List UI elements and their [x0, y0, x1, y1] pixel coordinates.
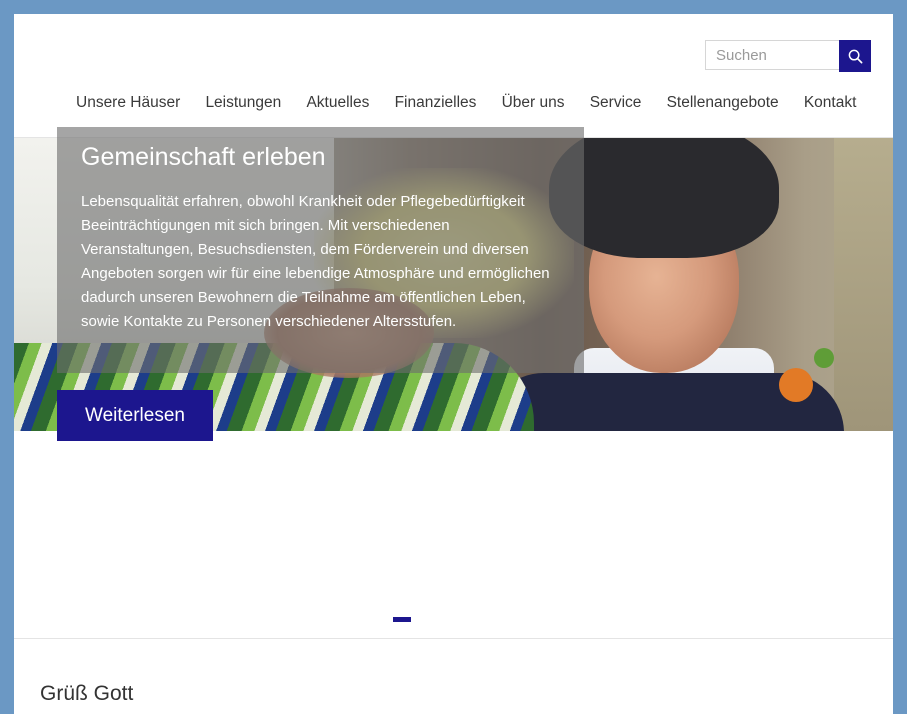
- slide-text: Lebensqualität erfahren, obwohl Krankhei…: [81, 193, 550, 330]
- search-button[interactable]: [839, 40, 871, 72]
- nav-item-ueber-uns[interactable]: Über uns: [489, 94, 577, 112]
- nav-item-stellenangebote[interactable]: Stellenangebote: [654, 94, 791, 112]
- nav-item-aktuelles[interactable]: Aktuelles: [294, 94, 382, 112]
- slider-pager-dot[interactable]: [393, 617, 411, 622]
- main-nav: Unsere Häuser Leistungen Aktuelles Finan…: [76, 94, 869, 112]
- content-heading: Grüß Gott: [40, 682, 134, 705]
- nav-item-unsere-haeuser[interactable]: Unsere Häuser: [76, 94, 193, 112]
- slide-caption: Gemeinschaft erleben Lebensqualität erfa…: [57, 127, 584, 373]
- page: Unsere Häuser Leistungen Aktuelles Finan…: [14, 14, 893, 714]
- nav-item-leistungen[interactable]: Leistungen: [193, 94, 294, 112]
- read-more-button[interactable]: Weiterlesen: [57, 390, 213, 441]
- nav-item-service[interactable]: Service: [577, 94, 654, 112]
- search-input[interactable]: [705, 40, 839, 70]
- nav-item-kontakt[interactable]: Kontakt: [791, 94, 869, 112]
- search-icon: [848, 49, 862, 63]
- slide-title: Gemeinschaft erleben: [81, 143, 326, 171]
- section-divider: [14, 638, 893, 639]
- search-form: [705, 40, 871, 72]
- nav-item-finanzielles[interactable]: Finanzielles: [382, 94, 489, 112]
